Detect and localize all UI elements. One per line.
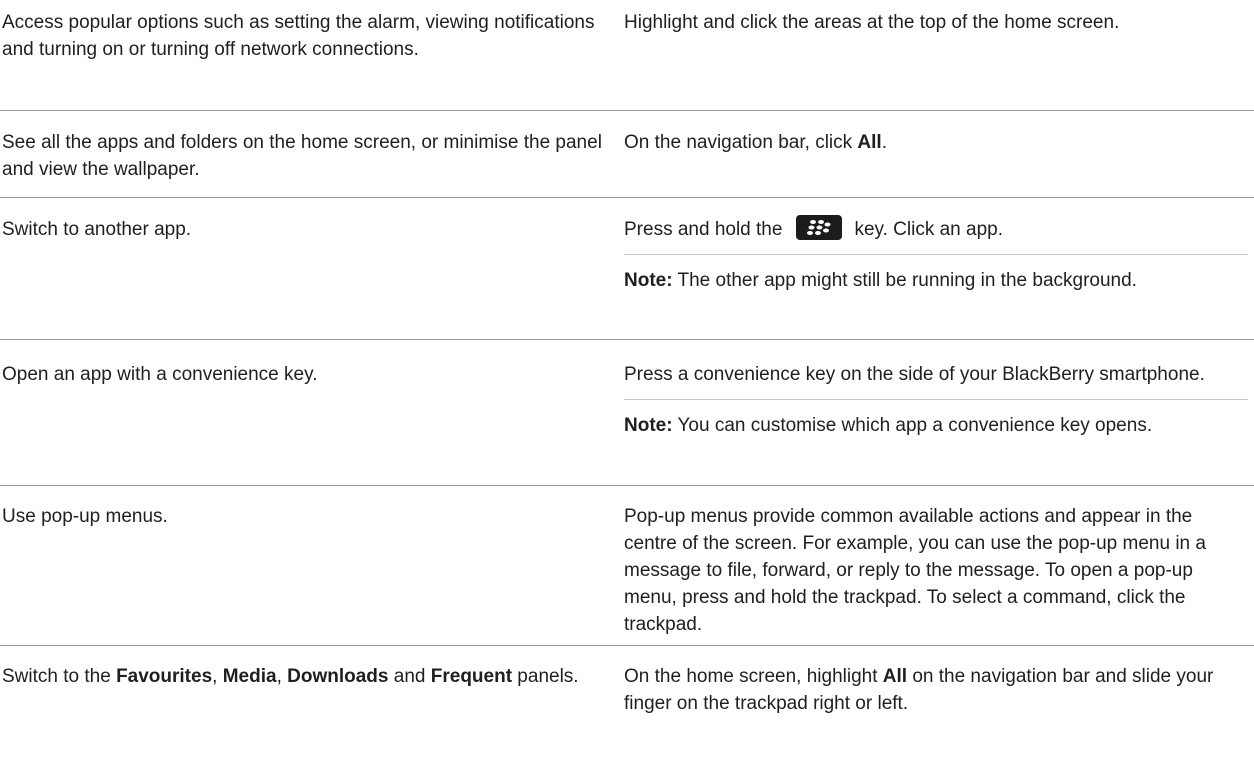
step-cell: Pop-up menus provide common available ac… bbox=[624, 486, 1254, 645]
task-text: Switch to the bbox=[2, 666, 117, 687]
step-text: Pop-up menus provide common available ac… bbox=[624, 506, 1206, 635]
step-cell: On the navigation bar, click All. bbox=[624, 111, 1254, 197]
note-paragraph: Note: You can customise which app a conv… bbox=[624, 399, 1248, 439]
table-row: Switch to another app. Press and hold th… bbox=[0, 198, 1254, 340]
step-cell: On the home screen, highlight All on the… bbox=[624, 646, 1254, 775]
task-text: , bbox=[212, 666, 223, 687]
task-text: and bbox=[388, 666, 431, 687]
table-row: Open an app with a convenience key. Pres… bbox=[0, 340, 1254, 486]
task-text: panels. bbox=[512, 666, 579, 687]
step-cell: Press and hold the key. Click an app. Not… bbox=[624, 198, 1254, 339]
task-text: Access popular options such as setting t… bbox=[2, 12, 595, 60]
task-text: Switch to another app. bbox=[2, 219, 192, 240]
step-paragraph: Press and hold the key. Click an app. bbox=[624, 215, 1248, 243]
task-text: Open an app with a convenience key. bbox=[2, 364, 318, 385]
step-text-bold: All bbox=[882, 666, 908, 687]
table-row: See all the apps and folders on the home… bbox=[0, 111, 1254, 198]
task-text: See all the apps and folders on the home… bbox=[2, 132, 602, 180]
step-text-bold: All bbox=[857, 132, 882, 153]
blackberry-logo-key-icon bbox=[796, 215, 843, 241]
task-cell: See all the apps and folders on the home… bbox=[0, 111, 624, 197]
step-cell: Press a convenience key on the side of y… bbox=[624, 340, 1254, 485]
task-cell: Switch to the Favourites, Media, Downloa… bbox=[0, 646, 624, 775]
tips-table: Access popular options such as setting t… bbox=[0, 0, 1254, 775]
panel-name-media: Media bbox=[222, 666, 277, 687]
task-text: Use pop-up menus. bbox=[2, 506, 168, 527]
panel-name-favourites: Favourites bbox=[116, 666, 213, 687]
panel-name-frequent: Frequent bbox=[430, 666, 513, 687]
note-text: The other app might still be running in … bbox=[672, 270, 1137, 291]
note-paragraph: Note: The other app might still be runni… bbox=[624, 254, 1248, 294]
table-row: Use pop-up menus. Pop-up menus provide c… bbox=[0, 486, 1254, 646]
task-cell: Open an app with a convenience key. bbox=[0, 340, 624, 485]
step-cell: Highlight and click the areas at the top… bbox=[624, 0, 1254, 110]
panel-name-downloads: Downloads bbox=[287, 666, 389, 687]
step-text-suffix: . bbox=[881, 132, 887, 153]
step-text-suffix: key. Click an app. bbox=[854, 219, 1004, 240]
step-paragraph: Press a convenience key on the side of y… bbox=[624, 364, 1205, 385]
blackberry-logo-icon bbox=[807, 220, 831, 236]
note-label: Note: bbox=[624, 415, 673, 436]
step-text-prefix: Press and hold the bbox=[624, 219, 783, 240]
table-row: Switch to the Favourites, Media, Downloa… bbox=[0, 646, 1254, 775]
step-text: Highlight and click the areas at the top… bbox=[624, 12, 1120, 33]
step-text-prefix: On the navigation bar, click bbox=[624, 132, 858, 153]
note-label: Note: bbox=[624, 270, 673, 291]
task-cell: Access popular options such as setting t… bbox=[0, 0, 624, 110]
task-text: , bbox=[276, 666, 288, 687]
note-text: You can customise which app a convenienc… bbox=[672, 415, 1153, 436]
table-row: Access popular options such as setting t… bbox=[0, 0, 1254, 111]
task-cell: Use pop-up menus. bbox=[0, 486, 624, 645]
step-text: On the home screen, highlight bbox=[624, 666, 883, 687]
task-cell: Switch to another app. bbox=[0, 198, 624, 339]
